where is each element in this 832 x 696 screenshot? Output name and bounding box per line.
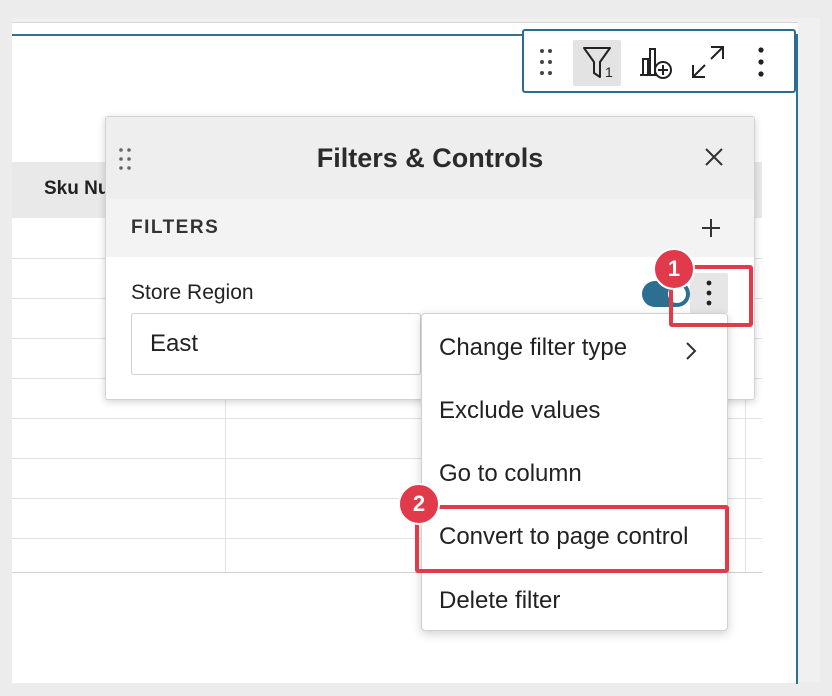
filter-context-menu: Change filter type Exclude values Go to … bbox=[421, 313, 728, 631]
plus-icon[interactable] bbox=[698, 215, 724, 241]
menu-item-delete-filter[interactable]: Delete filter bbox=[422, 571, 727, 631]
add-chart-button[interactable] bbox=[636, 42, 676, 82]
annotation-highlight-convert bbox=[415, 505, 729, 573]
filters-section-header: FILTERS bbox=[106, 199, 754, 257]
selected-element-border-top bbox=[12, 34, 522, 36]
filter-value: East bbox=[150, 330, 199, 357]
filter-value-field[interactable]: East bbox=[131, 313, 421, 375]
menu-item-go-to-column[interactable]: Go to column bbox=[422, 444, 727, 504]
filter-count-badge: 1 bbox=[605, 64, 613, 80]
panel-title: Filters & Controls bbox=[316, 143, 544, 173]
chevron-right-icon bbox=[684, 340, 698, 368]
element-toolbar: 1 bbox=[522, 29, 796, 93]
menu-item-change-filter-type[interactable]: Change filter type bbox=[422, 318, 727, 378]
menu-item-label: Go to column bbox=[439, 460, 582, 487]
menu-item-label: Delete filter bbox=[439, 587, 561, 614]
menu-item-exclude-values[interactable]: Exclude values bbox=[422, 381, 727, 441]
table-column-divider bbox=[745, 400, 746, 572]
add-chart-icon bbox=[640, 48, 672, 79]
step-badge-1: 1 bbox=[653, 248, 695, 290]
menu-item-label: Exclude values bbox=[439, 397, 601, 424]
expand-icon bbox=[692, 46, 724, 78]
more-options-button[interactable] bbox=[746, 42, 776, 82]
expand-button[interactable] bbox=[686, 42, 730, 82]
more-vertical-icon bbox=[758, 47, 764, 77]
column-header-sku-number[interactable]: Sku Number bbox=[44, 178, 106, 200]
table-column-divider bbox=[225, 400, 226, 572]
filter-button[interactable]: 1 bbox=[573, 40, 621, 86]
filter-name-label: Store Region bbox=[131, 281, 254, 304]
filters-section-label: FILTERS bbox=[131, 217, 220, 238]
close-icon[interactable] bbox=[700, 143, 728, 171]
step-badge-2: 2 bbox=[398, 483, 440, 525]
panel-header: Filters & Controls bbox=[106, 117, 754, 200]
menu-item-label: Change filter type bbox=[439, 334, 628, 361]
selected-element-border-right bbox=[796, 34, 798, 684]
drag-handle-icon[interactable] bbox=[534, 45, 558, 79]
